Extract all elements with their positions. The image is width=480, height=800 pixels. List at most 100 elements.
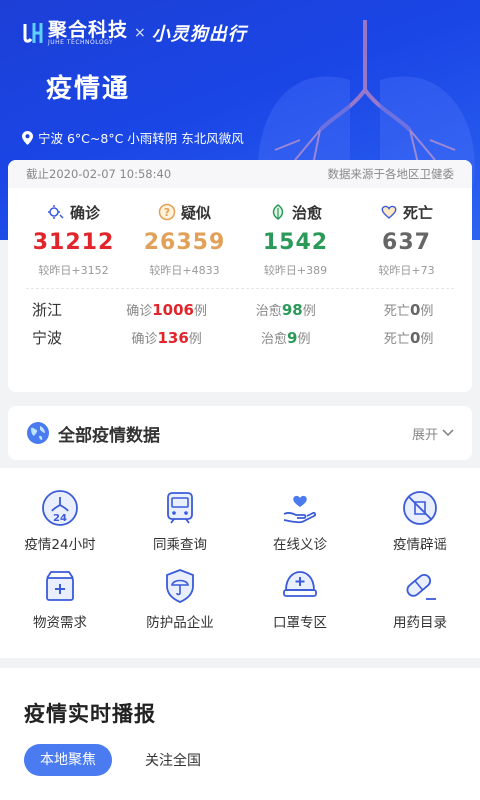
region-confirmed-value: 136 (157, 328, 189, 347)
region-confirmed-suffix: 例 (188, 331, 202, 347)
region-confirmed: 确诊136例 (107, 328, 226, 347)
grid-item-same-trip[interactable]: 同乘查询 (120, 488, 240, 553)
supply-box-icon (46, 571, 74, 601)
stats-card: 截止2020-02-07 10:58:40 数据来源于各地区卫健委 确诊 312… (8, 160, 472, 392)
brand-name-cn: 聚合科技 (48, 18, 129, 41)
grid-label: 同乘查询 (153, 537, 207, 553)
stat-delta-dead: 较昨日+73 (378, 264, 435, 277)
region-cured: 治愈9例 (226, 328, 345, 347)
brand-name-en: JUHE TECHNOLOGY (48, 38, 114, 46)
region-name: 宁波 (32, 328, 63, 347)
location-pin-icon (22, 130, 33, 145)
region-confirmed-value: 1006 (152, 300, 194, 319)
stat-value-cured: 1542 (262, 230, 329, 255)
weather-info: 宁波 6°C~8°C 小雨转阴 东北风微风 (22, 128, 244, 147)
tab-local-focus[interactable]: 本地聚焦 (24, 744, 112, 776)
stat-dead: 死亡 637 较昨日+73 (351, 200, 462, 278)
stat-columns: 确诊 31212 较昨日+3152 ? 疑似 26359 较昨日+4833 治愈… (8, 200, 472, 278)
virus-icon (47, 205, 64, 219)
grid-item-online-clinic[interactable]: 在线义诊 (240, 488, 360, 553)
region-cured-prefix: 治愈 (255, 303, 282, 319)
svg-text:?: ? (164, 206, 170, 219)
grid-item-mask-zone[interactable]: 口罩专区 (240, 566, 360, 631)
stat-label-cured: 治愈 (240, 200, 351, 224)
stat-value-confirmed: 31212 (32, 230, 115, 255)
heart-icon (381, 205, 397, 219)
divider (26, 288, 454, 289)
grid-label: 疫情24小时 (24, 537, 96, 553)
partner-name: 小灵狗出行 (151, 24, 247, 45)
grid-label: 口罩专区 (273, 615, 327, 631)
expand-button[interactable]: 展开 (412, 424, 454, 443)
stat-suspected: ? 疑似 26359 较昨日+4833 (129, 200, 240, 278)
region-dead: 死亡0例 (345, 300, 472, 319)
region-confirmed-suffix: 例 (193, 303, 207, 319)
stat-confirmed: 确诊 31212 较昨日+3152 (18, 200, 129, 278)
region-cured-value: 98 (281, 300, 303, 319)
grid-label: 用药目录 (393, 615, 447, 631)
region-name: 浙江 (32, 300, 63, 319)
grid-label: 在线义诊 (273, 537, 327, 553)
as-of-time: 截止2020-02-07 10:58:40 (26, 167, 172, 181)
stat-label-text: 确诊 (69, 203, 100, 222)
data-source: 数据来源于各地区卫健委 (327, 167, 455, 181)
juhe-logo-icon (23, 23, 43, 43)
grid-item-supplies[interactable]: 物资需求 (0, 566, 120, 631)
all-epidemic-data-bar[interactable]: 全部疫情数据 展开 (8, 406, 472, 460)
live-feed-section: 疫情实时播报 本地聚焦 关注全国 (0, 668, 480, 800)
stat-cured: 治愈 1542 较昨日+389 (240, 200, 351, 278)
region-cured-suffix: 例 (302, 303, 316, 319)
stat-value-dead: 637 (382, 230, 431, 255)
rumor-icon (403, 491, 437, 525)
grid-label: 物资需求 (33, 615, 87, 631)
stat-delta-confirmed: 较昨日+3152 (38, 264, 109, 277)
grid-item-24h[interactable]: 24 疫情24小时 (0, 488, 120, 553)
stat-label-text: 死亡 (402, 203, 433, 222)
region-cured-prefix: 治愈 (261, 331, 288, 347)
region-cured-suffix: 例 (297, 331, 311, 347)
stat-delta-cured: 较昨日+389 (263, 264, 328, 277)
feature-grid: 24 疫情24小时 同乘查询 在线义诊 疫情辟谣 物资需求 防护品企业 口罩专区… (0, 468, 480, 658)
tab-nationwide[interactable]: 关注全国 (145, 750, 201, 770)
grid-label: 防护品企业 (146, 615, 214, 631)
stat-label-suspected: ? 疑似 (129, 200, 240, 224)
region-list: 浙江 确诊1006例 治愈98例 死亡0例 宁波 确诊136例 治愈9例 死亡0… (8, 295, 472, 351)
region-row-zhejiang[interactable]: 浙江 确诊1006例 治愈98例 死亡0例 (8, 295, 472, 323)
region-dead-prefix: 死亡 (383, 303, 410, 319)
grid-item-protective-companies[interactable]: 防护品企业 (120, 566, 240, 631)
helmet-icon (283, 571, 317, 597)
shield-umbrella-icon (166, 569, 194, 603)
question-icon: ? (158, 203, 176, 221)
grid-item-rumor[interactable]: 疫情辟谣 (360, 488, 480, 553)
svg-text:24: 24 (53, 513, 67, 524)
region-dead-value: 0 (409, 300, 421, 319)
stat-label-text: 疑似 (180, 203, 211, 222)
region-cured-value: 9 (287, 328, 298, 347)
region-dead-suffix: 例 (420, 331, 434, 347)
stat-delta-suspected: 较昨日+4833 (149, 264, 220, 277)
stat-label-confirmed: 确诊 (18, 200, 129, 224)
region-row-ningbo[interactable]: 宁波 确诊136例 治愈9例 死亡0例 (8, 323, 472, 351)
brand-bar: 聚合科技 JUHE TECHNOLOGY × 小灵狗出行 (22, 20, 247, 46)
leaf-icon (272, 204, 284, 220)
region-confirmed: 确诊1006例 (107, 300, 226, 319)
weather-text: 宁波 6°C~8°C 小雨转阴 东北风微风 (38, 131, 244, 146)
page-title: 疫情通 (46, 74, 131, 104)
all-data-title: 全部疫情数据 (58, 425, 160, 446)
stats-header: 截止2020-02-07 10:58:40 数据来源于各地区卫健委 (8, 160, 472, 188)
stat-label-text: 治愈 (291, 203, 322, 222)
globe-icon (27, 422, 49, 444)
expand-label: 展开 (411, 427, 438, 443)
grid-item-medicine-list[interactable]: 用药目录 (360, 566, 480, 631)
lung-24-icon: 24 (42, 490, 78, 526)
feed-title: 疫情实时播报 (24, 702, 156, 726)
region-dead-value: 0 (409, 328, 421, 347)
region-confirmed-prefix: 确诊 (131, 331, 158, 347)
region-dead-suffix: 例 (420, 303, 434, 319)
brand-separator: × (134, 25, 146, 41)
region-dead-prefix: 死亡 (383, 331, 410, 347)
train-icon (167, 492, 193, 524)
stat-value-suspected: 26359 (143, 230, 226, 255)
brand-name: 聚合科技 JUHE TECHNOLOGY (48, 18, 129, 46)
hand-heart-icon (283, 495, 316, 524)
